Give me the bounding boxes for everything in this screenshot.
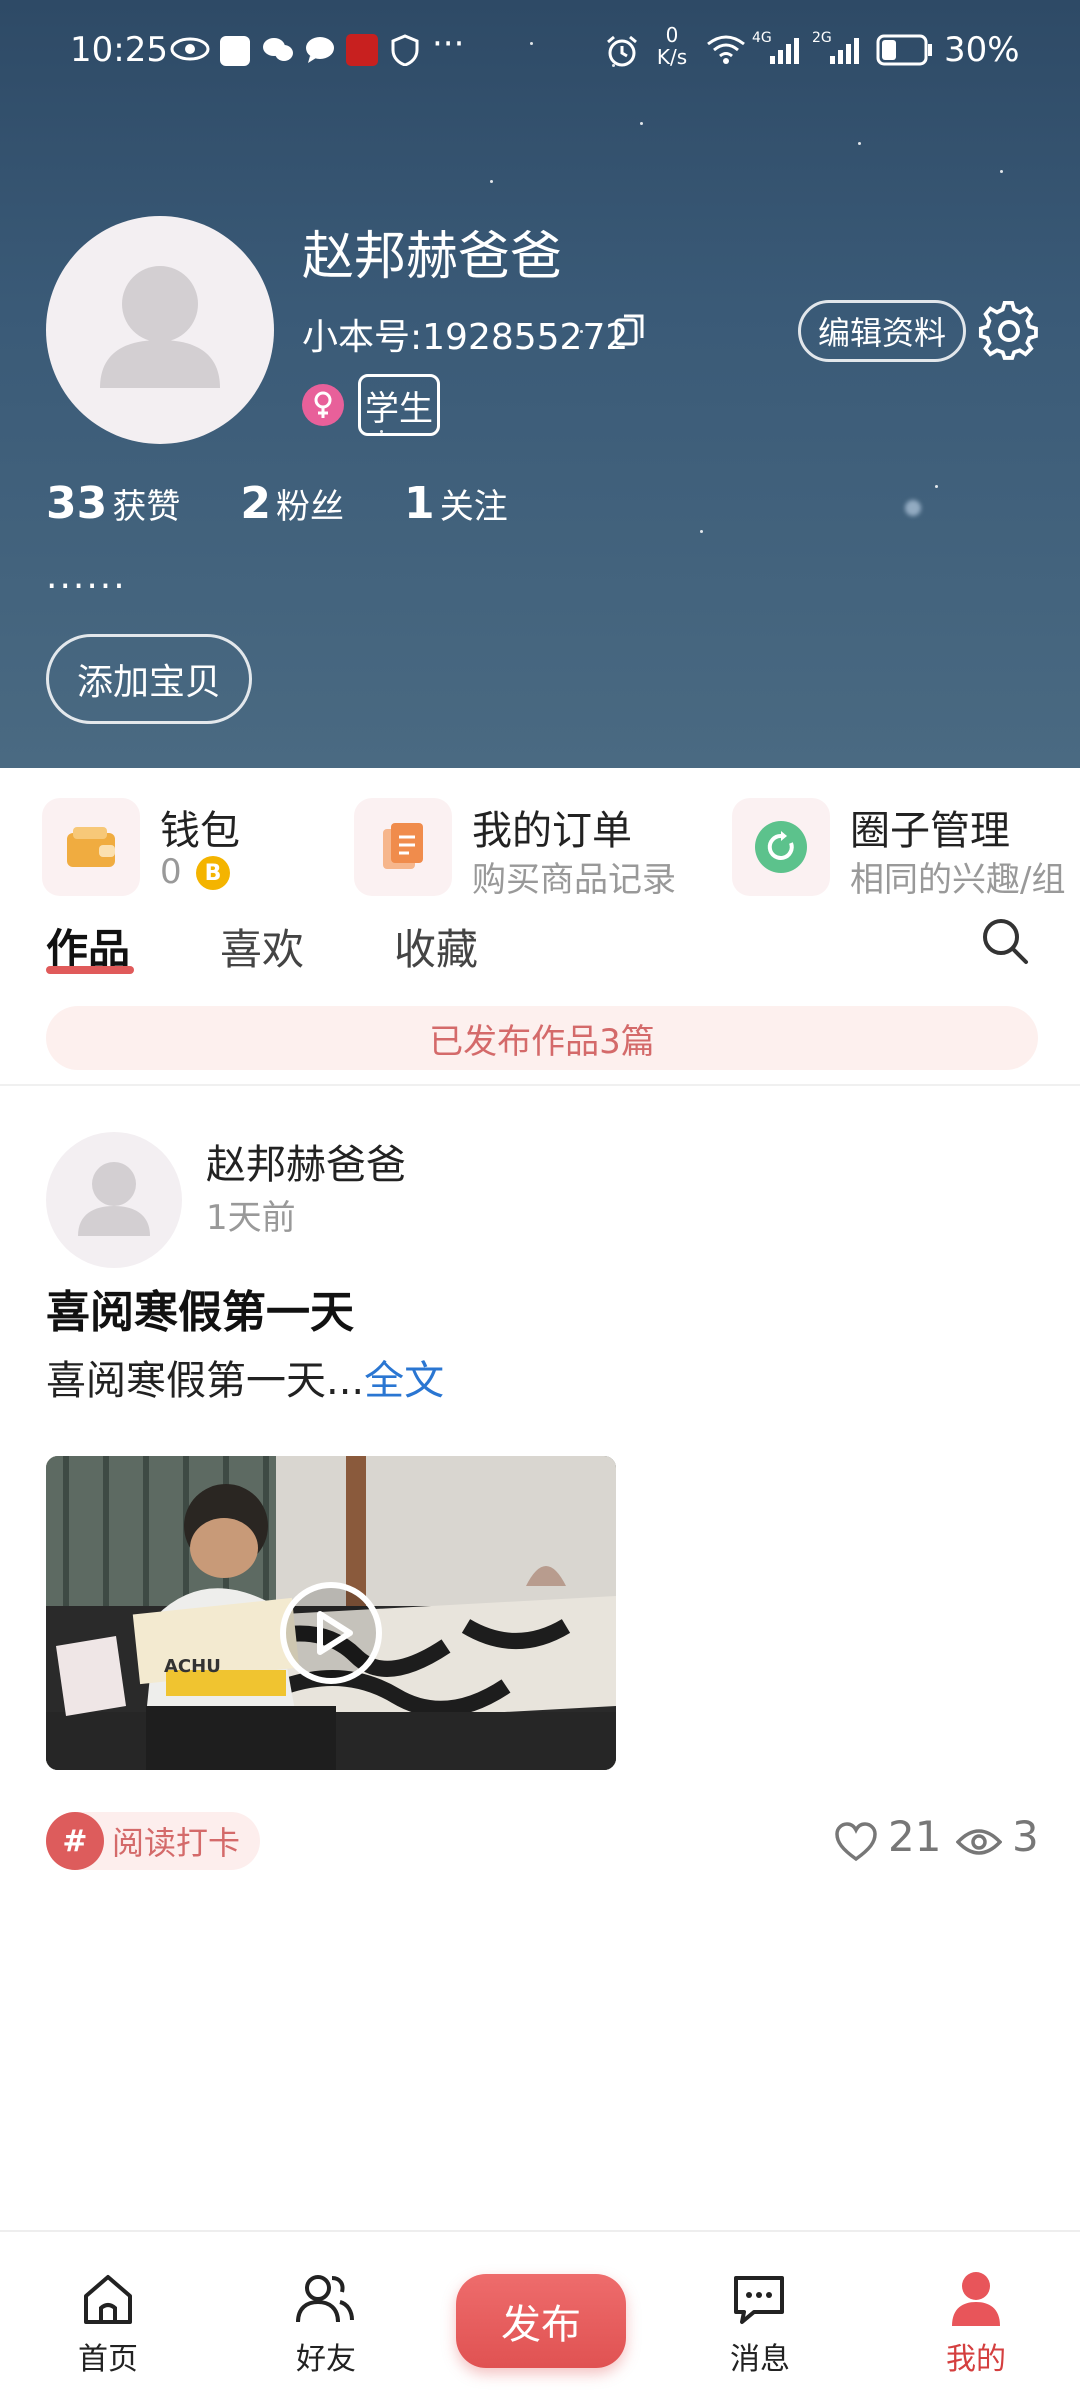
game-app-icon (220, 36, 250, 66)
nav-messages-label: 消息 (730, 2342, 790, 2377)
default-avatar-icon (100, 266, 220, 388)
nav-friends-label: 好友 (296, 2342, 356, 2377)
profile-name: 赵邦赫爸爸 (302, 227, 563, 287)
add-baby-button[interactable]: 添加宝贝 (46, 634, 252, 724)
avatar[interactable] (46, 216, 274, 444)
play-icon[interactable] (278, 1580, 384, 1686)
circle-manage-title: 圈子管理 (850, 808, 1010, 854)
publish-button[interactable]: 发布 (456, 2274, 626, 2368)
divider (0, 1084, 1080, 1086)
home-icon (84, 2275, 132, 2324)
full-text-link[interactable]: 全文 (364, 1358, 444, 1404)
net-speed: 0 K/s (656, 23, 688, 69)
copy-icon[interactable] (614, 312, 648, 348)
settings-gear-icon[interactable] (978, 300, 1040, 362)
edit-profile-button[interactable]: 编辑资料 (798, 300, 966, 362)
signal-icon (770, 38, 799, 64)
message-bubble-icon (306, 37, 334, 63)
circle-icon (732, 798, 830, 896)
profile-bio: ...... (46, 556, 127, 597)
battery-icon (876, 34, 932, 66)
topic-tag[interactable]: # 阅读打卡 (46, 1812, 261, 1870)
orders-sub: 购买商品记录 (472, 860, 676, 900)
role-badge: 学生 (358, 374, 440, 436)
nav-mine-label: 我的 (946, 2342, 1006, 2377)
post-excerpt: 喜阅寒假第一天...全文 (46, 1348, 444, 1406)
tab-likes[interactable]: 喜欢 (220, 916, 304, 977)
stat-following[interactable]: 1 关注 (404, 478, 508, 529)
profile-person-icon (952, 2272, 1000, 2326)
tab-favorites[interactable]: 收藏 (394, 916, 478, 977)
quick-entries: 钱包 0 B 我的订单 购买商品记录 圈子管理 相同的兴趣/组 (0, 768, 1080, 908)
post-author-avatar[interactable] (46, 1132, 182, 1268)
eye-status-icon (170, 37, 210, 61)
battery-percent: 30% (944, 30, 1020, 70)
post-author-name: 赵邦赫爸爸 (206, 1142, 406, 1188)
published-count-banner: 已发布作品3篇 (46, 1006, 1038, 1070)
stat-fans[interactable]: 2 粉丝 (240, 478, 344, 529)
bottom-nav: 首页 好友 发布 消息 我的 (0, 2230, 1080, 2402)
alarm-icon (607, 35, 637, 67)
view-count: 3 (1012, 1812, 1039, 1861)
active-tab-indicator (46, 966, 134, 974)
post-title: 喜阅寒假第一天 (46, 1287, 354, 1338)
status-time: 10:25 (70, 30, 168, 70)
wallet-balance: 0 (160, 852, 182, 892)
orders-title: 我的订单 (472, 808, 632, 854)
post-excerpt-text: 喜阅寒假第一天... (46, 1358, 365, 1404)
nav-home-label: 首页 (78, 2342, 138, 2377)
wechat-icon (263, 38, 293, 61)
shield-status-icon (391, 34, 419, 66)
wifi-icon (707, 35, 745, 64)
account-id: 小本号:192855272 (302, 317, 629, 358)
like-count: 21 (888, 1812, 942, 1861)
topic-tag-label: 阅读打卡 (112, 1824, 241, 1862)
status-more: ··· (432, 24, 465, 64)
stat-likes[interactable]: 33 获赞 (46, 478, 180, 529)
hashtag-icon: # (46, 1812, 104, 1870)
female-gender-icon (302, 384, 344, 426)
coin-icon: B (196, 856, 230, 890)
search-icon[interactable] (980, 916, 1030, 966)
heart-icon[interactable] (834, 1822, 878, 1862)
post-time: 1天前 (206, 1198, 296, 1238)
wallet-title: 钱包 (160, 808, 240, 854)
study-app-icon (346, 34, 378, 66)
wallet-icon (42, 798, 140, 896)
messages-icon (734, 2276, 784, 2324)
video-book-caption: ACHU (164, 1656, 221, 1677)
stats-row: 33 获赞 2 粉丝 1 关注 (46, 478, 508, 529)
profile-header: 10:25 ··· 0 K/s 4G 2G 30% 赵邦赫爸爸 小本号:1928… (0, 0, 1080, 768)
order-icon (354, 798, 452, 896)
default-avatar-icon (78, 1162, 150, 1236)
video-thumbnail[interactable]: ACHU (46, 1456, 616, 1770)
eye-views-icon (956, 1829, 1002, 1855)
friends-icon (296, 2275, 354, 2323)
signal2-icon (830, 38, 859, 64)
circle-manage-sub: 相同的兴趣/组 (850, 860, 1066, 900)
